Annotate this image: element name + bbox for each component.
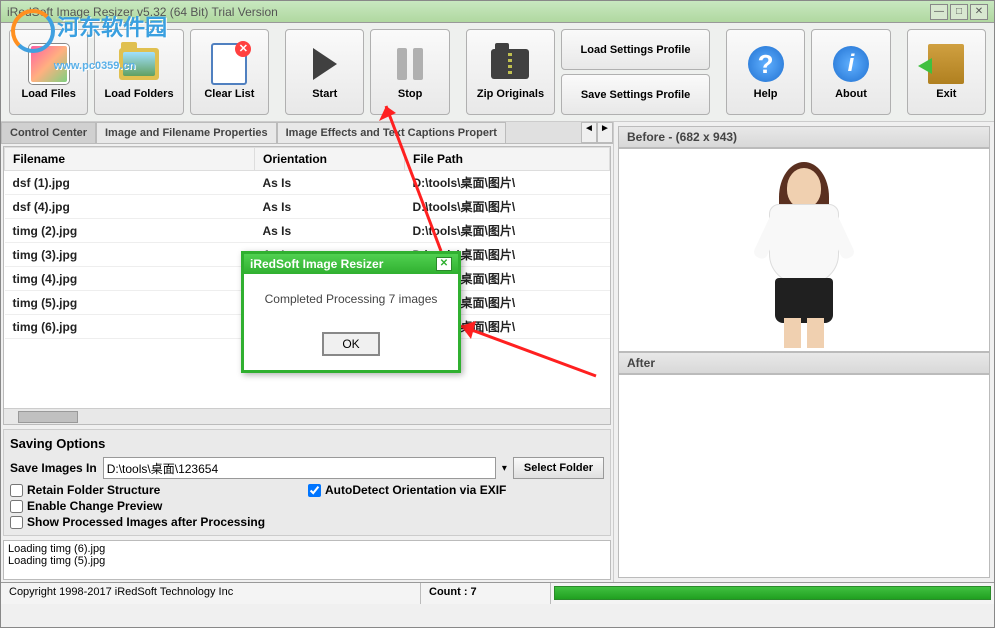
dialog-close-button[interactable]: ✕ — [436, 257, 452, 271]
col-filename[interactable]: Filename — [5, 148, 255, 171]
cell-filename: timg (3).jpg — [5, 243, 255, 267]
copyright-text: Copyright 1998-2017 iRedSoft Technology … — [1, 583, 421, 604]
tab-image-effects[interactable]: Image Effects and Text Captions Propert — [277, 122, 506, 143]
saving-options-header: Saving Options — [10, 436, 604, 451]
load-settings-profile-button[interactable]: Load Settings Profile — [561, 29, 710, 70]
cell-orientation: As Is — [255, 195, 405, 219]
cell-filepath: D:\tools\桌面\图片\ — [405, 195, 610, 219]
titlebar: iRedSoft Image Resizer v5.32 (64 Bit) Tr… — [1, 1, 994, 23]
minimize-button[interactable]: — — [930, 4, 948, 20]
help-button[interactable]: ?Help — [726, 29, 805, 115]
select-folder-button[interactable]: Select Folder — [513, 457, 604, 479]
tab-scroll-right[interactable]: ► — [597, 122, 613, 143]
horizontal-scrollbar[interactable] — [4, 408, 610, 424]
pause-icon — [397, 48, 423, 80]
zip-icon — [491, 49, 529, 79]
table-row[interactable]: dsf (1).jpgAs IsD:\tools\桌面\图片\ — [5, 171, 610, 195]
start-button[interactable]: Start — [285, 29, 364, 115]
tab-image-filename-properties[interactable]: Image and Filename Properties — [96, 122, 277, 143]
dialog-message: Completed Processing 7 images — [244, 274, 458, 324]
tab-scroll-left[interactable]: ◄ — [581, 122, 597, 143]
exit-icon — [928, 44, 964, 84]
cell-orientation: As Is — [255, 219, 405, 243]
before-label: Before - (682 x 943) — [618, 126, 990, 148]
clear-list-button[interactable]: Clear List — [190, 29, 269, 115]
dialog-title: iRedSoft Image Resizer — [250, 257, 383, 271]
log-line: Loading timg (5).jpg — [8, 555, 606, 567]
zip-originals-button[interactable]: Zip Originals — [466, 29, 555, 115]
table-row[interactable]: dsf (4).jpgAs IsD:\tools\桌面\图片\ — [5, 195, 610, 219]
before-preview — [618, 148, 990, 352]
save-in-label: Save Images In — [10, 461, 97, 475]
statusbar: Copyright 1998-2017 iRedSoft Technology … — [1, 582, 994, 604]
stop-button[interactable]: Stop — [370, 29, 449, 115]
info-icon: i — [833, 46, 869, 82]
cell-filename: timg (5).jpg — [5, 291, 255, 315]
progress-bar — [551, 583, 994, 604]
cell-filepath: D:\tools\桌面\图片\ — [405, 171, 610, 195]
col-filepath[interactable]: File Path — [405, 148, 610, 171]
cell-filepath: D:\tools\桌面\图片\ — [405, 219, 610, 243]
window-title: iRedSoft Image Resizer v5.32 (64 Bit) Tr… — [7, 5, 278, 19]
tabs: Control Center Image and Filename Proper… — [1, 122, 613, 144]
cell-filename: dsf (4).jpg — [5, 195, 255, 219]
load-folders-button[interactable]: Load Folders — [94, 29, 183, 115]
enable-preview-checkbox[interactable]: Enable Change Preview — [10, 499, 306, 513]
cell-filename: timg (4).jpg — [5, 267, 255, 291]
toolbar: Load Files Load Folders Clear List Start… — [1, 23, 994, 122]
count-text: Count : 7 — [421, 583, 551, 604]
photo-icon — [29, 44, 69, 84]
about-button[interactable]: iAbout — [811, 29, 890, 115]
dialog-ok-button[interactable]: OK — [322, 332, 379, 356]
completion-dialog: iRedSoft Image Resizer ✕ Completed Proce… — [241, 251, 461, 373]
clear-icon — [211, 43, 247, 85]
col-orientation[interactable]: Orientation — [255, 148, 405, 171]
exit-button[interactable]: Exit — [907, 29, 986, 115]
save-settings-profile-button[interactable]: Save Settings Profile — [561, 74, 710, 115]
load-files-button[interactable]: Load Files — [9, 29, 88, 115]
retain-folder-checkbox[interactable]: Retain Folder Structure — [10, 483, 306, 497]
show-processed-checkbox[interactable]: Show Processed Images after Processing — [10, 515, 604, 529]
play-icon — [313, 48, 337, 80]
cell-filename: dsf (1).jpg — [5, 171, 255, 195]
saving-options: Saving Options Save Images In ▾ Select F… — [3, 429, 611, 536]
preview-image-icon — [744, 160, 864, 340]
cell-filename: timg (2).jpg — [5, 219, 255, 243]
maximize-button[interactable]: □ — [950, 4, 968, 20]
log-line: Loading timg (6).jpg — [8, 543, 606, 555]
after-label: After — [618, 352, 990, 374]
cell-orientation: As Is — [255, 171, 405, 195]
save-in-input[interactable] — [103, 457, 496, 479]
after-preview — [618, 374, 990, 578]
folder-icon — [119, 48, 159, 80]
close-button[interactable]: ✕ — [970, 4, 988, 20]
tab-control-center[interactable]: Control Center — [1, 122, 96, 143]
log-output[interactable]: Loading timg (6).jpg Loading timg (5).jp… — [3, 540, 611, 580]
table-row[interactable]: timg (2).jpgAs IsD:\tools\桌面\图片\ — [5, 219, 610, 243]
cell-filename: timg (6).jpg — [5, 315, 255, 339]
autodetect-exif-checkbox[interactable]: AutoDetect Orientation via EXIF — [308, 483, 604, 497]
dialog-titlebar[interactable]: iRedSoft Image Resizer ✕ — [244, 254, 458, 274]
help-icon: ? — [748, 46, 784, 82]
